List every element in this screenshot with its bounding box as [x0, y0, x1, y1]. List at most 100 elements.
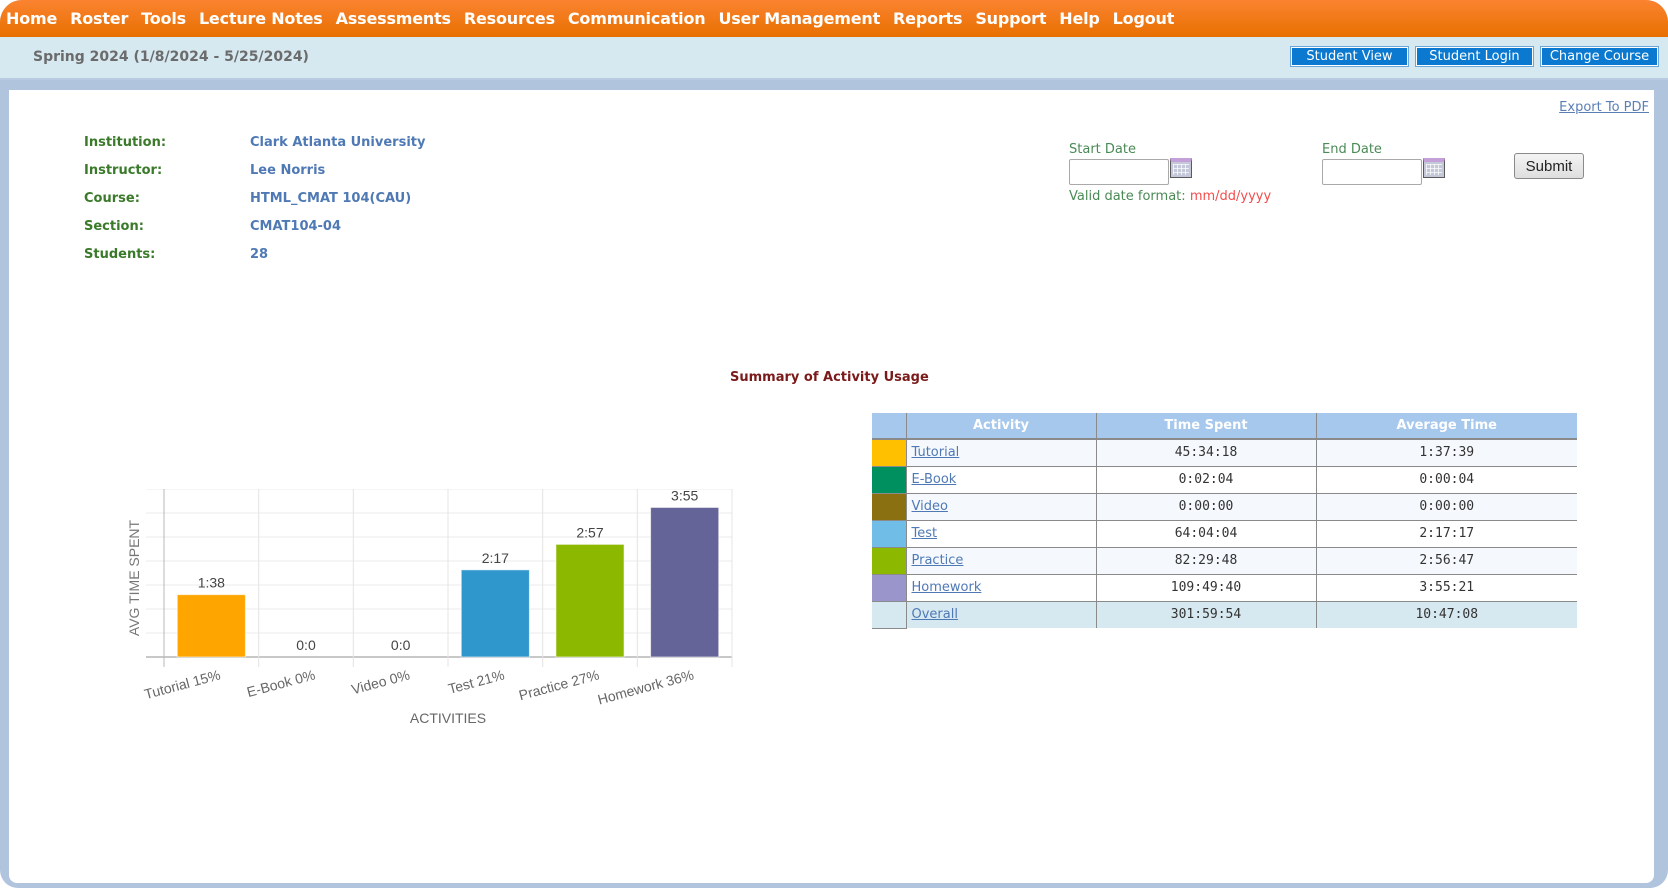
nav-user-management[interactable]: User Management	[718, 9, 880, 28]
activity-cell: Overall	[905, 601, 1096, 628]
bar-4	[555, 543, 625, 658]
time-spent-cell: 82:29:48	[1095, 547, 1316, 575]
category-label: Video 0%	[350, 666, 412, 697]
nav-reports[interactable]: Reports	[893, 9, 962, 28]
start-date-group: Start Date Valid date format: mm/dd/yyyy	[1069, 142, 1271, 204]
info-row-section: Section: CMAT104-04	[84, 212, 425, 240]
activity-cell: Test	[905, 520, 1096, 548]
bar-value-label: 2:57	[576, 524, 603, 540]
activity-color-swatch	[872, 439, 906, 467]
activity-link[interactable]: Test	[912, 526, 938, 541]
activity-table: Activity Time Spent Average Time Tutoria…	[872, 413, 1577, 629]
activity-table-wrap: Activity Time Spent Average Time Tutoria…	[872, 413, 1577, 629]
nav-roster[interactable]: Roster	[70, 9, 128, 28]
bar-value-label: 3:55	[671, 489, 698, 503]
nav-help[interactable]: Help	[1059, 9, 1100, 28]
category-label: Homework 36%	[596, 666, 696, 707]
info-value: 28	[250, 246, 269, 262]
table-row: Tutorial 45:34:18 1:37:39	[872, 439, 1577, 467]
bar-value-label: 2:17	[482, 550, 509, 566]
category-label: Practice 27%	[517, 666, 601, 703]
nav-tools[interactable]: Tools	[141, 9, 186, 28]
header-swatch	[872, 413, 906, 440]
category-label: Test 21%	[446, 666, 506, 696]
nav-home[interactable]: Home	[6, 9, 57, 28]
nav-assessments[interactable]: Assessments	[336, 9, 451, 28]
activity-color-swatch	[872, 547, 906, 575]
average-time-cell: 2:56:47	[1315, 547, 1577, 575]
activity-cell: Video	[905, 493, 1096, 521]
info-value: Clark Atlanta University	[250, 134, 426, 150]
time-spent-cell: 301:59:54	[1095, 601, 1316, 628]
date-hint-label: Valid date format:	[1069, 189, 1186, 204]
time-spent-cell: 0:00:00	[1095, 493, 1316, 521]
info-label: Students:	[84, 246, 156, 262]
student-view-button[interactable]: Student View	[1290, 46, 1409, 67]
nav-support[interactable]: Support	[975, 9, 1046, 28]
table-row-overall: Overall 301:59:54 10:47:08	[872, 601, 1577, 629]
bar-0	[176, 594, 246, 658]
info-label: Course:	[84, 190, 140, 206]
calendar-icon[interactable]	[1170, 158, 1192, 178]
bar-value-label: 1:38	[198, 575, 225, 591]
activity-color-swatch	[872, 574, 906, 602]
student-login-button[interactable]: Student Login	[1415, 46, 1534, 67]
y-axis-label: AVG TIME SPENT	[126, 519, 142, 636]
header-average-time: Average Time	[1315, 413, 1577, 440]
submit-button[interactable]: Submit	[1514, 153, 1584, 179]
average-time-cell: 0:00:00	[1315, 493, 1577, 521]
change-course-button[interactable]: Change Course	[1540, 46, 1659, 67]
export-to-pdf-link[interactable]: Export To PDF	[1559, 100, 1649, 115]
bar-value-label: 0:0	[296, 637, 316, 653]
info-row-instructor: Instructor: Lee Norris	[84, 156, 425, 184]
end-date-input[interactable]	[1322, 159, 1422, 185]
info-row-course: Course: HTML_CMAT 104(CAU)	[84, 184, 425, 212]
start-date-label: Start Date	[1069, 142, 1136, 157]
main-nav: Home Roster Tools Lecture Notes Assessme…	[0, 0, 1668, 37]
activity-cell: E-Book	[905, 466, 1096, 494]
activity-color-swatch	[872, 466, 906, 494]
average-time-cell: 10:47:08	[1315, 601, 1577, 628]
info-row-students: Students: 28	[84, 240, 425, 268]
date-format-hint: Valid date format: mm/dd/yyyy	[1069, 189, 1271, 204]
course-actions: Student View Student Login Change Course	[1290, 46, 1659, 67]
activity-bar-chart: 1:38 Tutorial 15% 0:0 E-Book 0% 0:0 Video 0% 2…	[126, 489, 733, 726]
term-label: Spring 2024 (1/8/2024 - 5/25/2024)	[33, 49, 309, 65]
bar-value-label: 0:0	[391, 637, 411, 653]
time-spent-cell: 0:02:04	[1095, 466, 1316, 494]
average-time-cell: 1:37:39	[1315, 439, 1577, 467]
info-value: Lee Norris	[250, 162, 326, 178]
activity-link[interactable]: Homework	[912, 580, 982, 595]
bar-3	[460, 569, 530, 658]
activity-link[interactable]: Practice	[912, 553, 964, 568]
activity-link[interactable]: Tutorial	[912, 445, 960, 460]
info-label: Instructor:	[84, 162, 163, 178]
activity-cell: Homework	[905, 574, 1096, 602]
activity-cell: Practice	[905, 547, 1096, 575]
average-time-cell: 0:00:04	[1315, 466, 1577, 494]
activity-color-swatch	[872, 493, 906, 521]
time-spent-cell: 109:49:40	[1095, 574, 1316, 602]
calendar-icon[interactable]	[1423, 158, 1445, 178]
table-row: E-Book 0:02:04 0:00:04	[872, 466, 1577, 494]
activity-link[interactable]: E-Book	[912, 472, 957, 487]
table-row: Test 64:04:04 2:17:17	[872, 520, 1577, 548]
average-time-cell: 2:17:17	[1315, 520, 1577, 548]
end-date-label: End Date	[1322, 142, 1382, 157]
nav-lecture-notes[interactable]: Lecture Notes	[199, 9, 323, 28]
table-row: Practice 82:29:48 2:56:47	[872, 547, 1577, 575]
table-row: Video 0:00:00 0:00:00	[872, 493, 1577, 521]
header-activity: Activity	[905, 413, 1096, 440]
info-value: CMAT104-04	[250, 218, 342, 234]
course-subbar: Spring 2024 (1/8/2024 - 5/25/2024) Stude…	[0, 37, 1668, 80]
table-header-row: Activity Time Spent Average Time	[872, 413, 1577, 440]
activity-link[interactable]: Video	[912, 499, 948, 514]
info-label: Institution:	[84, 134, 167, 150]
nav-communication[interactable]: Communication	[568, 9, 706, 28]
nav-logout[interactable]: Logout	[1113, 9, 1175, 28]
start-date-input[interactable]	[1069, 159, 1169, 185]
activity-cell: Tutorial	[905, 439, 1096, 467]
overall-link[interactable]: Overall	[912, 607, 958, 622]
nav-resources[interactable]: Resources	[464, 9, 555, 28]
info-label: Section:	[84, 218, 144, 234]
